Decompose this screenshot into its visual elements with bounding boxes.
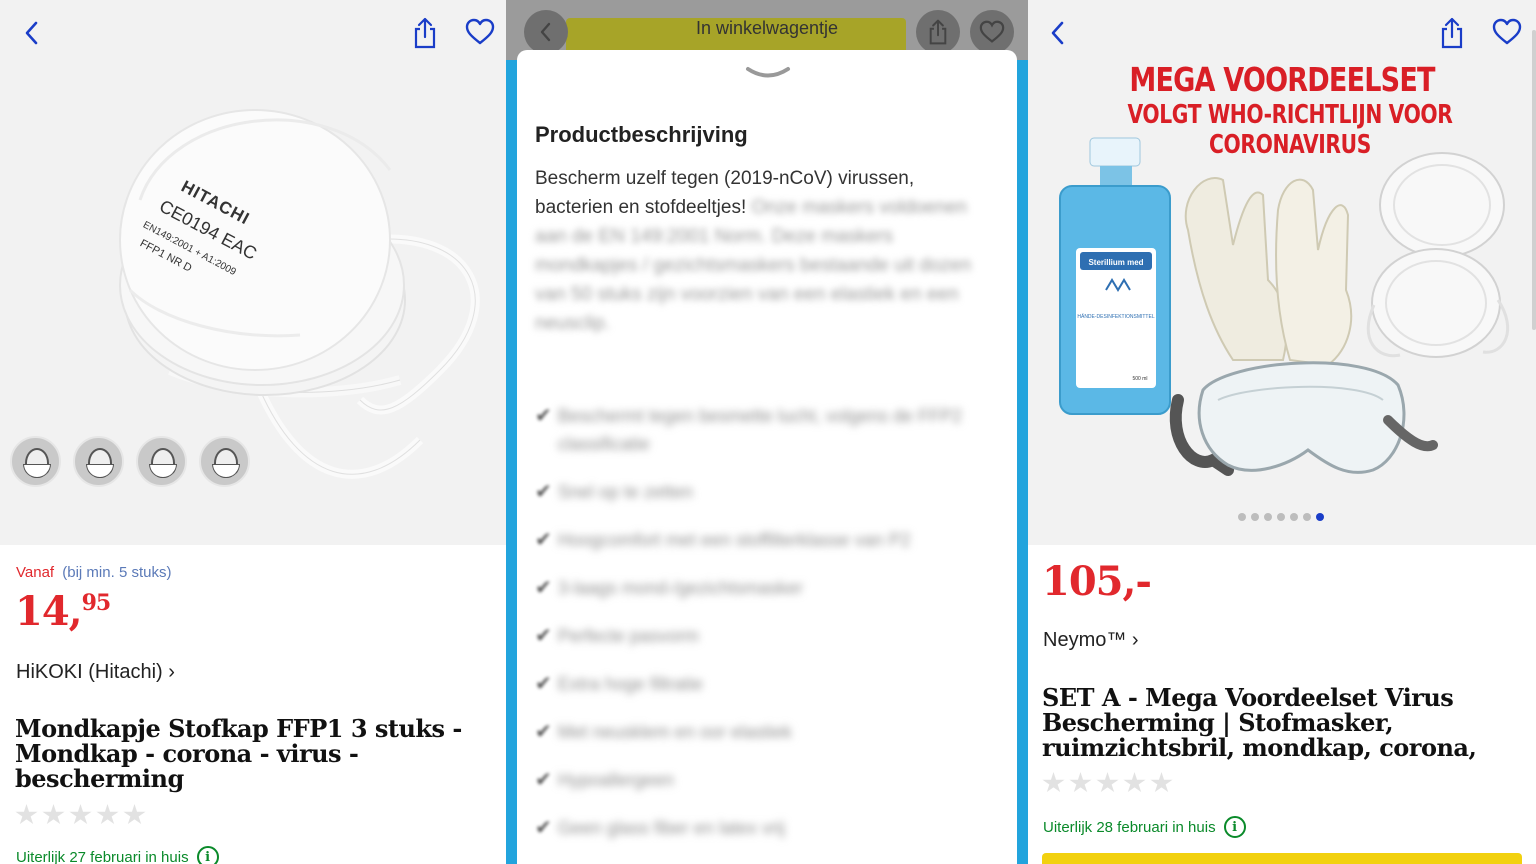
price: 105,- [1042, 558, 1152, 605]
checkmark-icon: ✔ [535, 529, 552, 551]
favorite-button[interactable] [460, 12, 500, 52]
kit-product-image: Sterillium med HÄNDE-DESINFEKTIONSMITTEL… [1059, 137, 1510, 476]
chevron-left-icon [1051, 21, 1064, 45]
star-icon [15, 804, 38, 825]
feature-item: ✔ Snel op te zetten [535, 478, 1005, 506]
feature-list: ✔ Beschermt tegen besmette lucht, volgens… [535, 402, 1005, 862]
rating-stars[interactable] [15, 804, 146, 826]
sheet-handle-icon[interactable] [745, 66, 791, 80]
favorite-button[interactable] [1487, 12, 1527, 52]
bottle-label: Sterillium med [1088, 258, 1143, 267]
thumbnail-usage-4[interactable] [199, 436, 250, 487]
feature-item: ✔ Hypoallergeen [535, 766, 1005, 794]
delivery-info: Uiterlijk 28 februari in huis i [1043, 816, 1246, 838]
description-sheet: Productbeschrijving Bescherm uzelf tegen… [517, 50, 1017, 864]
share-icon [414, 17, 436, 49]
checkmark-icon: ✔ [535, 481, 552, 503]
star-icon [1150, 772, 1173, 793]
feature-item: ✔ Geen glass fiber en latex vrij [535, 814, 1005, 842]
checkmark-icon: ✔ [535, 817, 552, 839]
feature-item: ✔ Perfecte pasvorm [535, 622, 1005, 650]
delivery-info: Uiterlijk 27 februari in huis i [16, 846, 219, 864]
star-icon [96, 804, 119, 825]
heart-icon [1492, 18, 1522, 45]
checkmark-icon: ✔ [535, 721, 552, 743]
star-icon [1096, 772, 1119, 793]
carousel-dots[interactable] [1238, 513, 1324, 521]
share-icon [929, 19, 947, 45]
carousel-dot[interactable] [1277, 513, 1285, 521]
bottle-volume: 500 ml [1132, 376, 1147, 382]
description-text: Bescherm uzelf tegen (2019-nCoV) virusse… [535, 164, 995, 338]
star-icon [69, 804, 92, 825]
feature-item: ✔ Met neusklem en oor elastiek [535, 718, 1005, 746]
thumbnail-usage-2[interactable] [73, 436, 124, 487]
product-title: Mondkapje Stofkap FFP1 3 stuks - Mondkap… [15, 714, 462, 793]
product-title: SET A - Mega Voordeelset Virus Beschermi… [1042, 685, 1477, 760]
product-page-mask: HITACHI CE0194 EAC EN149:2001 + A1:2009 … [0, 0, 506, 864]
price-prefix-row: Vanaf (bij min. 5 stuks) [16, 564, 171, 581]
price-decimals: 95 [81, 590, 112, 616]
thumbnail-usage-1[interactable] [10, 436, 61, 487]
product-image-area[interactable]: HITACHI CE0194 EAC EN149:2001 + A1:2009 … [0, 0, 506, 545]
price-integer: 14, [15, 588, 83, 635]
carousel-dot[interactable] [1290, 513, 1298, 521]
info-icon[interactable]: i [1223, 816, 1246, 838]
share-icon [1441, 17, 1463, 49]
carousel-dot[interactable] [1251, 513, 1259, 521]
checkmark-icon: ✔ [535, 577, 552, 599]
star-icon [1123, 772, 1146, 793]
back-button-dimmed[interactable] [524, 10, 568, 54]
carousel-dot[interactable] [1238, 513, 1246, 521]
price: 14,95 [15, 588, 112, 635]
feature-item: ✔ Beschermt tegen besmette lucht, volgens… [535, 402, 1005, 458]
back-button[interactable] [1038, 13, 1078, 53]
feature-item: ✔ Extra hoge filtratie [535, 670, 1005, 698]
chevron-left-icon [25, 21, 38, 45]
chevron-left-icon [540, 22, 551, 42]
checkmark-icon: ✔ [535, 769, 552, 791]
star-icon [123, 804, 146, 825]
product-description-sheet-screen: In winkelwagentje Productbeschrijving Be… [506, 0, 1028, 864]
delivery-text: Uiterlijk 27 februari in huis [16, 848, 189, 864]
back-button[interactable] [12, 13, 52, 53]
carousel-dot[interactable] [1303, 513, 1311, 521]
info-icon[interactable]: i [196, 846, 219, 864]
star-icon [42, 804, 65, 825]
checkmark-icon: ✔ [535, 673, 552, 695]
heart-icon [465, 18, 495, 45]
brand-link[interactable]: HiKOKI (Hitachi) › [16, 661, 175, 684]
share-button[interactable] [1432, 13, 1472, 53]
favorite-button-dimmed[interactable] [970, 10, 1014, 54]
scrollbar[interactable] [1532, 30, 1536, 330]
brand-link[interactable]: Neymo™ › [1043, 629, 1139, 652]
product-image-area[interactable]: MEGA VOORDEELSET VOLGT WHO-RICHTLIJN VOO… [1028, 0, 1536, 545]
share-button[interactable] [405, 13, 445, 53]
star-icon [1069, 772, 1092, 793]
product-page-set: MEGA VOORDEELSET VOLGT WHO-RICHTLIJN VOO… [1028, 0, 1536, 864]
sheet-title: Productbeschrijving [535, 122, 748, 147]
star-icon [1042, 772, 1065, 793]
usage-thumbnails [10, 436, 250, 487]
bottle-subtitle: HÄNDE-DESINFEKTIONSMITTEL [1077, 313, 1154, 320]
price-quantity-note: (bij min. 5 stuks) [62, 564, 172, 581]
delivery-text: Uiterlijk 28 februari in huis [1043, 818, 1216, 836]
rating-stars[interactable] [1042, 772, 1173, 794]
add-to-cart-button[interactable] [1042, 853, 1522, 864]
feature-item: ✔ 3-laags mond-/gezichtsmasker [535, 574, 1005, 602]
price-prefix: Vanaf [16, 564, 55, 581]
checkmark-icon: ✔ [535, 405, 552, 427]
heart-icon [979, 20, 1005, 43]
feature-item: ✔ Hoogcomfort met een stoffilterklasse va… [535, 526, 1005, 554]
carousel-dot[interactable] [1264, 513, 1272, 521]
screenshot-collage: HITACHI CE0194 EAC EN149:2001 + A1:2009 … [0, 0, 1536, 864]
carousel-dot[interactable] [1316, 513, 1324, 521]
share-button-dimmed[interactable] [916, 10, 960, 54]
checkmark-icon: ✔ [535, 625, 552, 647]
thumbnail-usage-3[interactable] [136, 436, 187, 487]
